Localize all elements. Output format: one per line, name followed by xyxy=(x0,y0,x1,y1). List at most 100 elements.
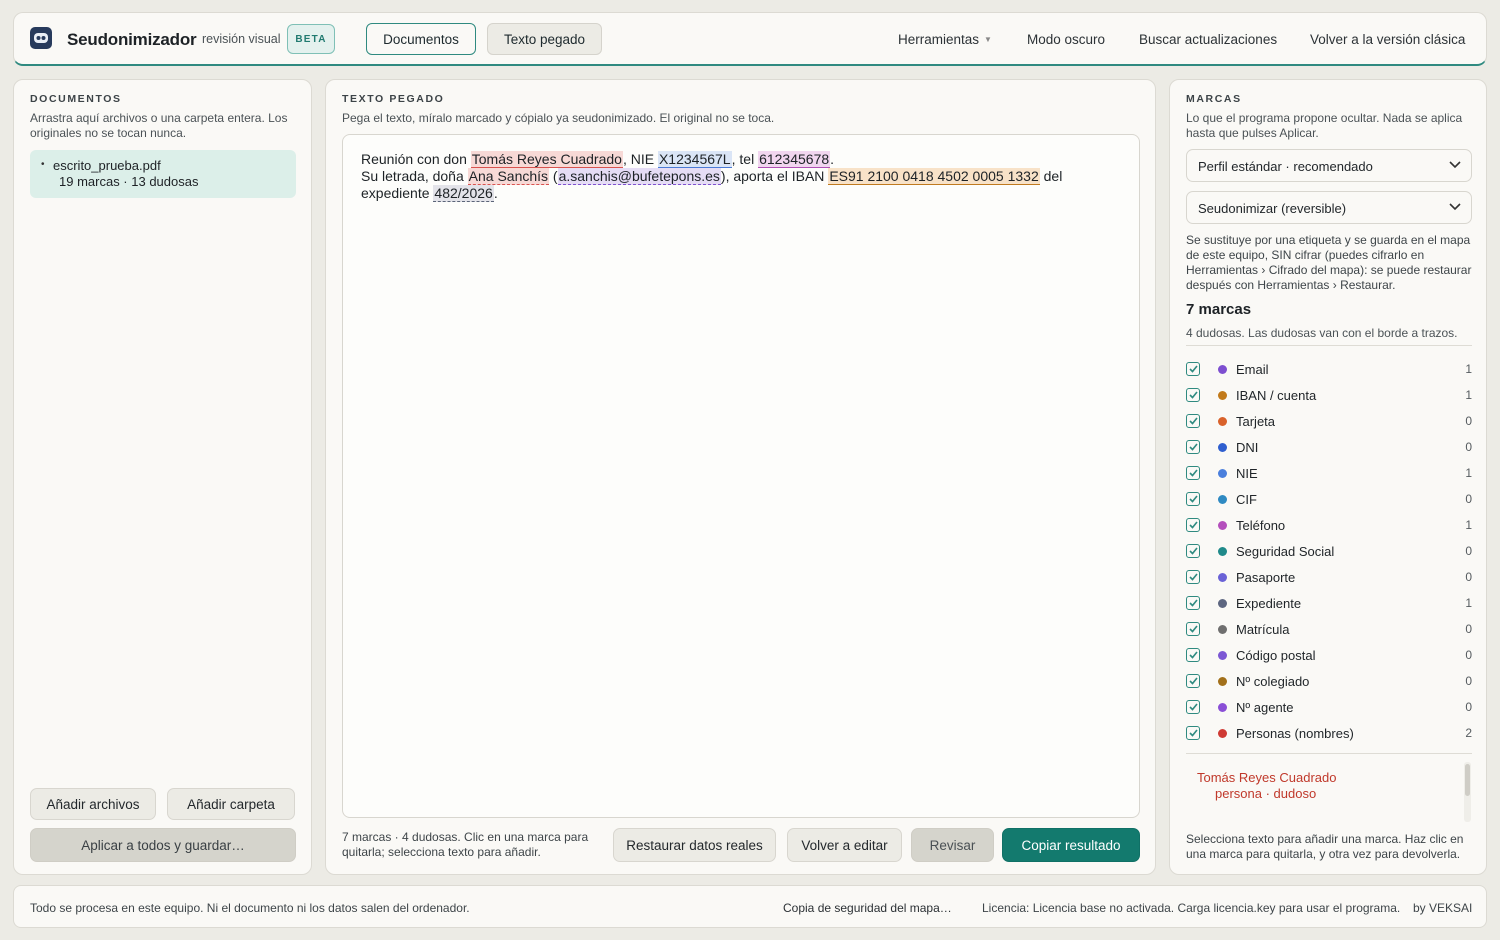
category-row[interactable]: Nº agente 0 xyxy=(1186,694,1472,720)
category-count: 1 xyxy=(1465,388,1472,402)
category-row[interactable]: Email 1 xyxy=(1186,356,1472,382)
review-button[interactable]: Revisar xyxy=(911,828,994,862)
back-to-edit-button[interactable]: Volver a editar xyxy=(787,828,902,862)
category-count: 2 xyxy=(1465,726,1472,740)
check-icon xyxy=(1188,469,1198,477)
check-icon xyxy=(1188,729,1198,737)
category-row[interactable]: Personas (nombres) 2 xyxy=(1186,720,1472,746)
copy-result-button[interactable]: Copiar resultado xyxy=(1002,828,1140,862)
marks-hint: Selecciona texto para añadir una marca. … xyxy=(1186,832,1464,861)
mark-persona[interactable]: Tomás Reyes Cuadrado xyxy=(470,151,623,168)
mode-select[interactable]: Seudonimizar (reversible) xyxy=(1186,191,1472,224)
category-row[interactable]: IBAN / cuenta 1 xyxy=(1186,382,1472,408)
mode-select-value: Seudonimizar (reversible) xyxy=(1198,201,1347,216)
category-color-dot xyxy=(1218,520,1227,530)
checkbox[interactable] xyxy=(1186,726,1200,740)
category-row[interactable]: Código postal 0 xyxy=(1186,642,1472,668)
checkbox[interactable] xyxy=(1186,674,1200,688)
checkbox[interactable] xyxy=(1186,388,1200,402)
category-row[interactable]: Tarjeta 0 xyxy=(1186,408,1472,434)
restore-data-button[interactable]: Restaurar datos reales xyxy=(613,828,776,862)
category-count: 0 xyxy=(1465,700,1472,714)
mark-expediente[interactable]: 482/2026 xyxy=(433,185,494,202)
apply-all-button[interactable]: Aplicar a todos y guardar… xyxy=(30,828,296,862)
check-updates-link[interactable]: Buscar actualizaciones xyxy=(1139,32,1277,47)
document-item[interactable]: • escrito_prueba.pdf 19 marcas · 13 dudo… xyxy=(30,150,296,198)
bullet-icon: • xyxy=(41,159,45,170)
category-color-dot xyxy=(1218,728,1227,738)
mark-email[interactable]: a.sanchis@bufetepons.es xyxy=(557,168,721,185)
mark-iban[interactable]: ES91 2100 0418 4502 0005 1332 xyxy=(828,168,1040,185)
category-label: CIF xyxy=(1236,491,1257,507)
mark-list-item[interactable]: Tomás Reyes Cuadrado persona · dudoso xyxy=(1197,770,1336,802)
check-icon xyxy=(1188,651,1198,659)
check-icon xyxy=(1188,443,1198,451)
backup-map-link[interactable]: Copia de seguridad del mapa… xyxy=(783,901,952,915)
category-row[interactable]: Pasaporte 0 xyxy=(1186,564,1472,590)
category-count: 0 xyxy=(1465,570,1472,584)
category-row[interactable]: Seguridad Social 0 xyxy=(1186,538,1472,564)
documents-panel[interactable]: DOCUMENTOS Arrastra aquí archivos o una … xyxy=(13,79,312,875)
category-label: Expediente xyxy=(1236,595,1302,611)
category-label: Teléfono xyxy=(1236,517,1286,533)
category-label: DNI xyxy=(1236,439,1259,455)
text-segment: . xyxy=(830,151,835,167)
check-icon xyxy=(1188,677,1198,685)
checkbox[interactable] xyxy=(1186,518,1200,532)
document-name: escrito_prueba.pdf xyxy=(53,158,161,173)
check-icon xyxy=(1188,521,1198,529)
classic-version-link[interactable]: Volver a la versión clásica xyxy=(1310,32,1465,47)
category-row[interactable]: Teléfono 1 xyxy=(1186,512,1472,538)
checkbox[interactable] xyxy=(1186,596,1200,610)
text-segment: . xyxy=(493,185,498,201)
category-row[interactable]: DNI 0 xyxy=(1186,434,1472,460)
category-row[interactable]: NIE 1 xyxy=(1186,460,1472,486)
add-folder-button[interactable]: Añadir carpeta xyxy=(167,788,295,820)
mark-telefono[interactable]: 612345678 xyxy=(758,151,831,168)
text-segment: ( xyxy=(549,168,558,184)
category-row[interactable]: CIF 0 xyxy=(1186,486,1472,512)
category-color-dot xyxy=(1218,676,1227,686)
category-color-dot xyxy=(1218,598,1227,608)
checkbox[interactable] xyxy=(1186,466,1200,480)
privacy-note: Todo se procesa en este equipo. Ni el do… xyxy=(30,901,470,915)
add-files-button[interactable]: Añadir archivos xyxy=(30,788,156,820)
mark-nie[interactable]: X1234567L xyxy=(657,151,732,168)
marks-list[interactable]: Tomás Reyes Cuadrado persona · dudoso xyxy=(1186,762,1472,826)
checkbox[interactable] xyxy=(1186,440,1200,454)
pasted-text-description: Pega el texto, míralo marcado y cópialo … xyxy=(342,111,775,125)
checkbox[interactable] xyxy=(1186,544,1200,558)
dark-mode-link[interactable]: Modo oscuro xyxy=(1027,32,1105,47)
mark-persona-dudosa[interactable]: Ana Sanchís xyxy=(467,168,550,185)
tab-texto-pegado[interactable]: Texto pegado xyxy=(487,23,602,55)
category-label: Matrícula xyxy=(1236,621,1290,637)
category-row[interactable]: Nº colegiado 0 xyxy=(1186,668,1472,694)
check-icon xyxy=(1188,365,1198,373)
category-label: Nº colegiado xyxy=(1236,673,1310,689)
checkbox[interactable] xyxy=(1186,414,1200,428)
category-row[interactable]: Matrícula 0 xyxy=(1186,616,1472,642)
by-veksai: by VEKSAI xyxy=(1413,901,1473,915)
text-editor[interactable]: Reunión con don Tomás Reyes Cuadrado, NI… xyxy=(342,134,1140,818)
check-icon xyxy=(1188,625,1198,633)
pasted-text-panel: TEXTO PEGADO Pega el texto, míralo marca… xyxy=(325,79,1156,875)
checkbox[interactable] xyxy=(1186,362,1200,376)
checkbox[interactable] xyxy=(1186,622,1200,636)
category-label: Tarjeta xyxy=(1236,413,1276,429)
category-label: Nº agente xyxy=(1236,699,1294,715)
category-label: Pasaporte xyxy=(1236,569,1296,585)
checkbox[interactable] xyxy=(1186,648,1200,662)
category-list: Email 1 IBAN / cuenta 1 Tarjeta 0 DNI 0 NIE 1 CIF 0… xyxy=(1186,356,1472,746)
tab-documentos[interactable]: Documentos xyxy=(366,23,476,55)
scrollbar-thumb[interactable] xyxy=(1465,764,1470,796)
caret-down-icon: ▼ xyxy=(984,35,992,44)
tools-menu[interactable]: Herramientas ▼ xyxy=(898,32,992,47)
profile-select[interactable]: Perfil estándar · recomendado xyxy=(1186,149,1472,182)
checkbox[interactable] xyxy=(1186,492,1200,506)
category-color-dot xyxy=(1218,390,1227,400)
category-row[interactable]: Expediente 1 xyxy=(1186,590,1472,616)
checkbox[interactable] xyxy=(1186,570,1200,584)
marks-list-scrollbar[interactable] xyxy=(1464,762,1471,822)
category-count: 0 xyxy=(1465,622,1472,636)
checkbox[interactable] xyxy=(1186,700,1200,714)
